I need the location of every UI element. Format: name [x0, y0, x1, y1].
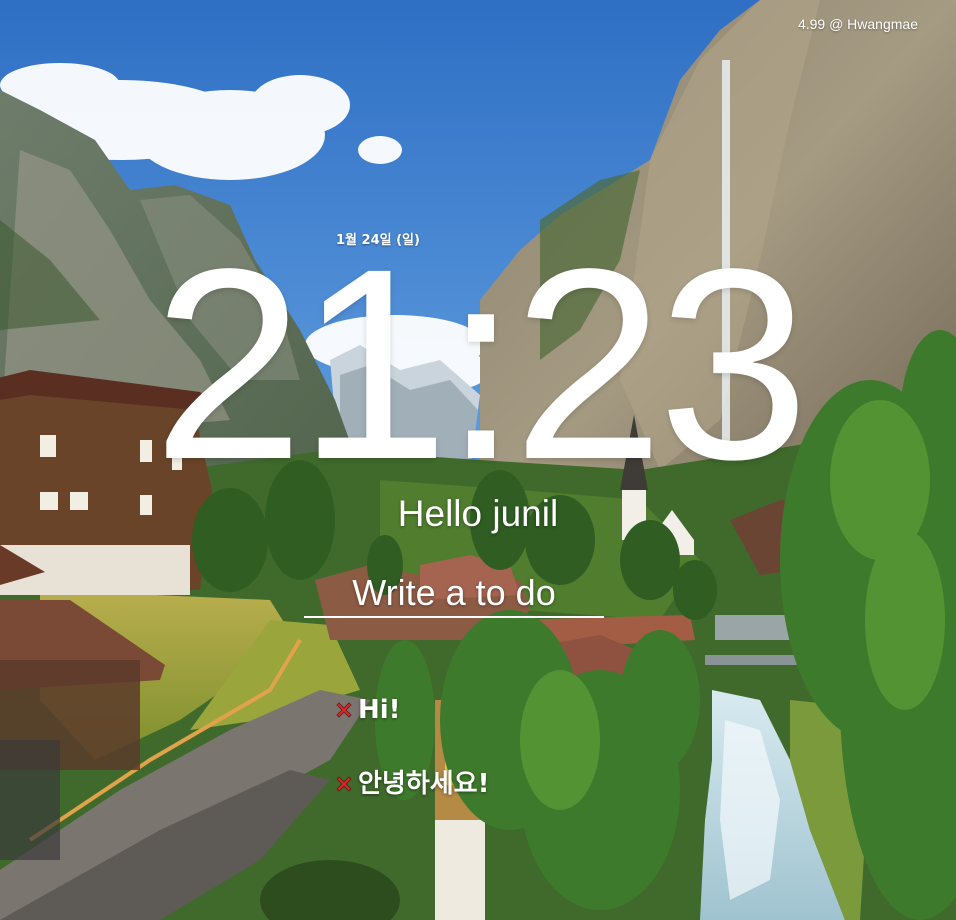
- todo-input[interactable]: [304, 570, 604, 618]
- greeting-text: Hello junil: [397, 493, 559, 534]
- todo-item: 안녕하세요!: [336, 766, 489, 802]
- todo-item: Hi!: [336, 692, 401, 728]
- weather-text: 4.99 @ Hwangmae: [797, 16, 918, 32]
- clock-time: 21:23: [152, 212, 810, 516]
- delete-todo-button[interactable]: [336, 702, 352, 718]
- delete-todo-button[interactable]: [336, 776, 352, 792]
- x-icon: [336, 776, 352, 792]
- x-icon: [336, 702, 352, 718]
- todo-text: 안녕하세요!: [358, 769, 490, 799]
- todo-text: Hi!: [358, 695, 401, 725]
